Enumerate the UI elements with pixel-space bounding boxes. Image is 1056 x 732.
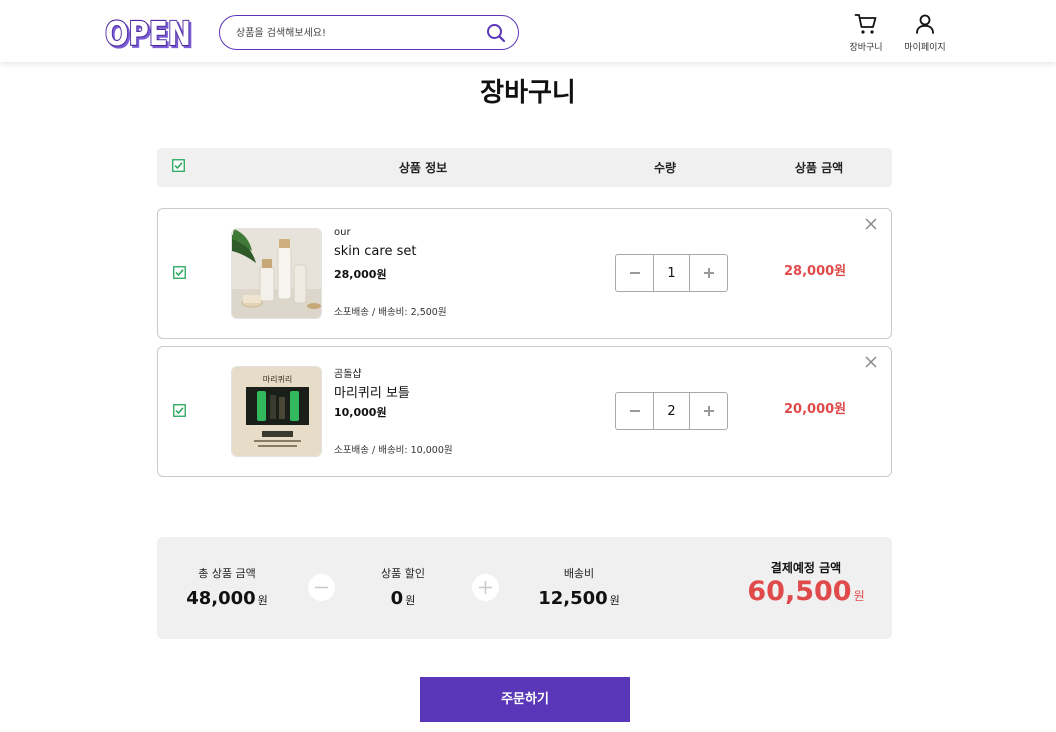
mypage-button[interactable]: 마이페이지	[900, 12, 950, 56]
product-thumbnail[interactable]: 마리퀴리	[231, 366, 322, 457]
cart-table-header: 상품 정보 수량 상품 금액	[157, 148, 892, 187]
product-thumbnail[interactable]	[231, 228, 322, 319]
plus-icon	[703, 268, 714, 278]
thumbnail-caption: 마리퀴리	[263, 374, 292, 384]
summary-total-label: 총 상품 금액	[198, 567, 256, 580]
cart-button[interactable]: 장바구니	[841, 12, 891, 56]
header-product-info: 상품 정보	[398, 161, 448, 175]
summary-discount: 상품 할인 0원	[381, 565, 425, 609]
summary-discount-label: 상품 할인	[381, 567, 425, 580]
product-name[interactable]: skin care set	[334, 244, 416, 259]
cart-label: 장바구니	[849, 43, 883, 53]
product-price: 10,000원	[334, 406, 387, 419]
quantity-input[interactable]	[654, 255, 689, 291]
shipping-info: 소포배송 / 배송비: 10,000원	[334, 445, 453, 456]
product-name[interactable]: 마리퀴리 보틀	[334, 382, 410, 401]
product-price: 28,000원	[334, 268, 387, 281]
cart-item: our skin care set 28,000원 소포배송 / 배송비: 2,…	[157, 208, 892, 339]
mypage-label: 마이페이지	[904, 43, 946, 53]
logo-image: OPEN OPEN	[104, 15, 192, 49]
summary-total-value: 48,000	[186, 588, 256, 609]
currency-unit: 원	[609, 594, 620, 607]
minus-circle-icon	[308, 574, 335, 601]
search-bar	[219, 15, 519, 50]
increase-quantity-button[interactable]	[689, 255, 727, 291]
close-icon	[865, 218, 877, 230]
decrease-quantity-button[interactable]	[616, 255, 654, 291]
currency-unit: 원	[405, 594, 416, 607]
plus-circle-icon	[472, 574, 499, 601]
search-input[interactable]	[236, 24, 476, 42]
page-title: 장바구니	[480, 78, 576, 108]
decrease-quantity-button[interactable]	[616, 393, 654, 429]
user-icon	[916, 14, 934, 34]
minus-icon	[629, 272, 640, 274]
cart-item: 마리퀴리 곰돌샵 마리퀴리 보틀 10,000원 소포배송 / 배송비: 10,…	[157, 346, 892, 477]
summary-final-amount: 결제예정 금액 60,500 원	[747, 559, 864, 607]
summary-total-products: 총 상품 금액 48,000 원	[186, 565, 268, 609]
currency-unit: 원	[853, 589, 865, 603]
product-image: 마리퀴리	[232, 367, 321, 456]
currency-unit: 원	[257, 594, 268, 607]
summary-final-label: 결제예정 금액	[770, 561, 842, 575]
seller-name: 곰돌샵	[334, 369, 362, 380]
site-header: OPEN OPEN 장바구니 마이페이지	[0, 0, 1056, 62]
summary-shipping-label: 배송비	[563, 567, 595, 580]
summary-shipping: 배송비 12,500 원	[538, 565, 620, 609]
quantity-stepper	[615, 254, 728, 292]
product-image	[232, 229, 321, 318]
item-checkbox[interactable]	[173, 404, 186, 417]
logo[interactable]: OPEN OPEN	[104, 15, 196, 49]
item-total: 20,000원	[784, 402, 847, 417]
quantity-input[interactable]	[654, 393, 689, 429]
plus-icon	[703, 406, 714, 416]
order-button[interactable]: 주문하기	[420, 677, 630, 722]
item-total: 28,000원	[784, 264, 847, 279]
summary-discount-value: 0	[390, 588, 404, 609]
summary-final-value: 60,500	[747, 576, 852, 607]
logo-text-fill: OPEN	[105, 15, 191, 49]
item-checkbox[interactable]	[173, 266, 186, 279]
search-button[interactable]	[486, 23, 506, 43]
seller-name: our	[334, 227, 351, 238]
order-summary: 총 상품 금액 48,000 원 상품 할인 0원 배송비 12,500 원 결제예…	[157, 537, 892, 639]
cart-icon	[854, 14, 877, 34]
header-product-amount: 상품 금액	[794, 161, 844, 175]
summary-shipping-value: 12,500	[538, 588, 608, 609]
remove-item-button[interactable]	[864, 217, 878, 231]
quantity-stepper	[615, 392, 728, 430]
minus-icon	[629, 410, 640, 412]
increase-quantity-button[interactable]	[689, 393, 727, 429]
select-all-checkbox[interactable]	[172, 159, 185, 172]
shipping-info: 소포배송 / 배송비: 2,500원	[334, 307, 447, 318]
close-icon	[865, 356, 877, 368]
header-quantity: 수량	[653, 161, 677, 175]
remove-item-button[interactable]	[864, 355, 878, 369]
search-icon	[487, 24, 506, 43]
